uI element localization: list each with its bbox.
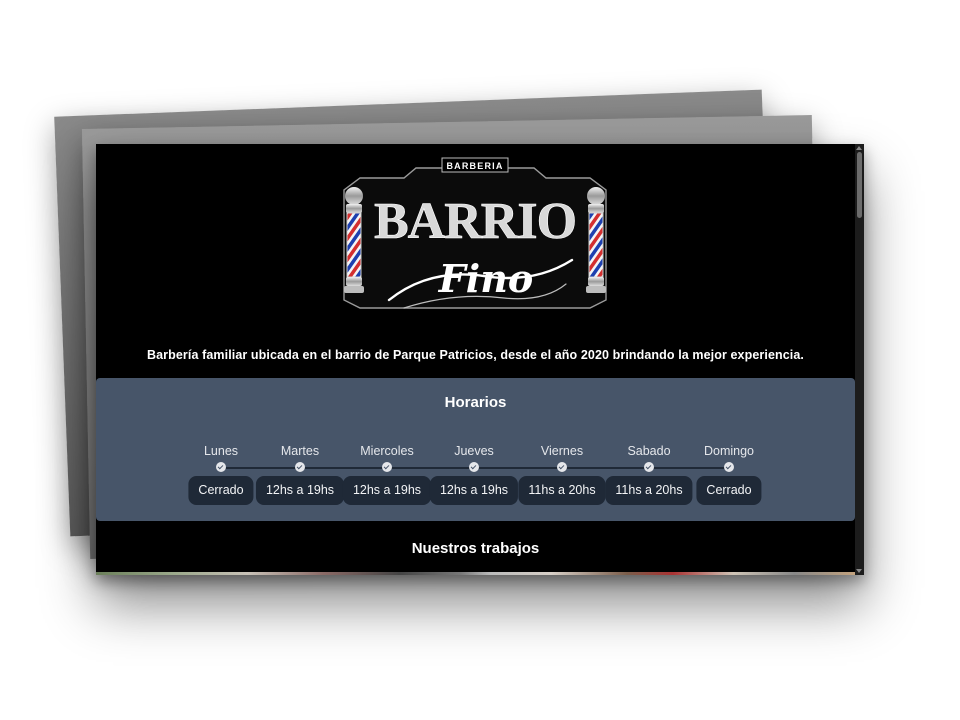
- day-hours-pill: 11hs a 20hs: [518, 476, 606, 505]
- logo-main-text: BARRIO: [374, 193, 576, 250]
- day-hours-pill: Cerrado: [696, 476, 762, 505]
- hours-title: Horarios: [444, 394, 507, 411]
- scroll-up-icon[interactable]: [856, 146, 862, 150]
- day-name: Miercoles: [360, 444, 414, 458]
- barrio-fino-logo: BARBERIA BARRIO Fino: [343, 157, 607, 309]
- check-icon: [216, 462, 226, 472]
- day-hours-pill: 12hs a 19hs: [429, 476, 519, 505]
- day-name: Domingo: [703, 444, 755, 458]
- day-name: Martes: [280, 444, 320, 458]
- check-icon: [557, 462, 567, 472]
- logo-top-label: BARBERIA: [446, 161, 503, 171]
- day-name: Sabado: [627, 444, 671, 458]
- day-name: Jueves: [454, 444, 494, 458]
- check-icon: [382, 462, 392, 472]
- hours-panel: Horarios Lunes Cerrado Martes 12hs a 19h…: [96, 378, 855, 521]
- day-hours-pill: 12hs a 19hs: [342, 476, 432, 505]
- vertical-scrollbar[interactable]: [855, 144, 864, 575]
- check-icon: [295, 462, 305, 472]
- day-hours-pill: Cerrado: [188, 476, 254, 505]
- check-icon: [469, 462, 479, 472]
- gallery-preview[interactable]: [96, 572, 855, 575]
- website-screenshot: BARBERIA BARRIO Fino Barbería familiar u…: [96, 144, 864, 575]
- logo-script-text: Fino: [438, 256, 533, 301]
- scroll-down-icon[interactable]: [856, 569, 862, 573]
- tagline: Barbería familiar ubicada en el barrio d…: [147, 348, 804, 362]
- check-icon: [724, 462, 734, 472]
- day-hours-pill: 12hs a 19hs: [255, 476, 345, 505]
- day-hours-pill: 11hs a 20hs: [605, 476, 693, 505]
- day-name: Viernes: [540, 444, 584, 458]
- check-icon: [644, 462, 654, 472]
- day-name: Lunes: [203, 444, 239, 458]
- works-title: Nuestros trabajos: [411, 540, 540, 557]
- scrollbar-thumb[interactable]: [857, 152, 862, 218]
